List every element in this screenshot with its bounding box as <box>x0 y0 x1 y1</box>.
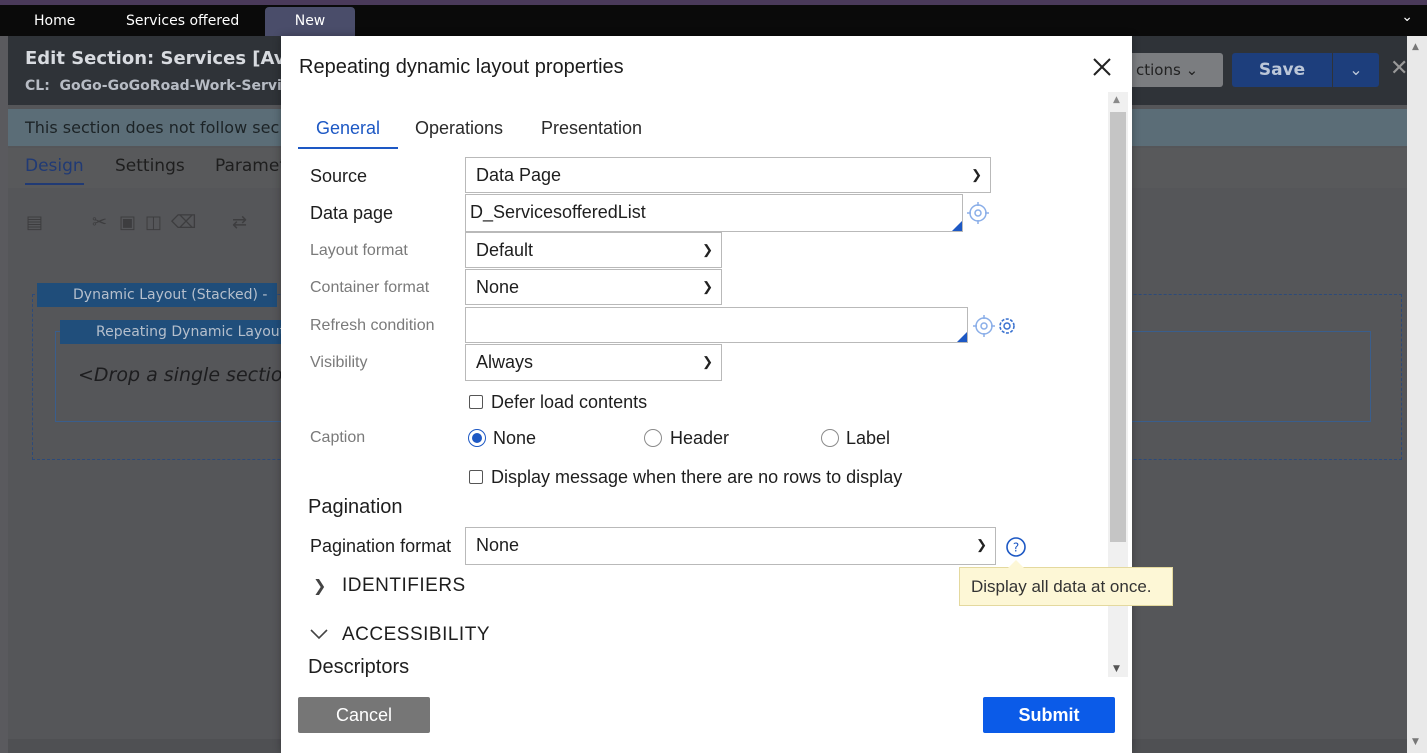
target-icon[interactable] <box>967 202 989 224</box>
close-icon[interactable] <box>1091 56 1113 78</box>
bg-class-line: CL: GoGo-GoGoRoad-Work-Servic <box>25 78 290 94</box>
tab-home[interactable]: Home <box>20 7 89 36</box>
container-format-value: None <box>476 277 520 297</box>
bg-actions-button[interactable]: ctions ⌄ <box>1118 53 1223 87</box>
tab-general[interactable]: General <box>298 118 398 149</box>
visibility-label: Visibility <box>310 354 368 371</box>
chevron-down-icon: ❯ <box>971 167 982 182</box>
delete-icon[interactable]: ⌫ <box>171 212 196 233</box>
scroll-down-icon[interactable]: ▼ <box>1412 737 1419 747</box>
refresh-condition-input[interactable] <box>465 307 968 343</box>
source-value: Data Page <box>476 165 562 185</box>
bg-tab-design[interactable]: Design <box>25 156 84 185</box>
no-rows-message-label: Display message when there are no rows t… <box>491 467 903 487</box>
caption-label: Caption <box>310 429 366 446</box>
bg-save-button[interactable]: Save <box>1232 53 1332 87</box>
data-page-value: D_ServicesofferedList <box>470 202 646 222</box>
caption-label-label: Label <box>846 428 891 448</box>
target-icon[interactable] <box>973 315 995 337</box>
container-format-label: Container format <box>310 279 430 296</box>
cancel-button[interactable]: Cancel <box>298 697 430 733</box>
caption-header-radio[interactable] <box>644 429 662 447</box>
chevron-right-icon[interactable]: ❯ <box>313 576 326 595</box>
pagination-format-value: None <box>476 535 520 555</box>
chevron-down-icon[interactable]: ⌄ <box>1401 9 1413 25</box>
move-icon[interactable]: ⇄ <box>232 212 247 233</box>
bg-class-label: CL: <box>25 78 50 94</box>
autocomplete-corner <box>952 221 962 231</box>
data-page-label: Data page <box>310 203 394 223</box>
layout-icon[interactable]: ▤ <box>26 212 43 233</box>
source-select[interactable]: Data Page ❯ <box>465 157 991 193</box>
no-rows-message-checkbox[interactable] <box>469 470 483 484</box>
chevron-down-icon: ❯ <box>702 354 713 369</box>
bg-repeating-layout-header[interactable]: Repeating Dynamic Layout <box>60 320 290 344</box>
container-format-select[interactable]: None ❯ <box>465 269 722 305</box>
pagination-format-select[interactable]: None ❯ <box>465 527 996 565</box>
scroll-thumb[interactable] <box>1110 112 1126 542</box>
bg-dynamic-layout-header[interactable]: Dynamic Layout (Stacked) - <box>37 283 277 307</box>
pagination-tooltip: Display all data at once. <box>959 560 1173 606</box>
add-icon[interactable]: ▣ <box>119 212 136 233</box>
properties-modal: Repeating dynamic layout properties ▲ ▼ … <box>281 36 1173 753</box>
scroll-down-icon[interactable]: ▼ <box>1113 664 1120 674</box>
caption-none-radio[interactable] <box>468 429 486 447</box>
defer-load-label: Defer load contents <box>491 392 648 412</box>
bg-tab-parameters[interactable]: Paramet <box>215 156 286 176</box>
tab-presentation[interactable]: Presentation <box>541 118 642 139</box>
caption-label-radio[interactable] <box>821 429 839 447</box>
pagination-heading: Pagination <box>308 496 403 518</box>
bg-save-dropdown-icon[interactable]: ⌄ <box>1333 53 1379 87</box>
bg-class-value: GoGo-GoGoRoad-Work-Servic <box>59 78 291 94</box>
accessibility-header[interactable]: ACCESSIBILITY <box>342 624 490 646</box>
identifiers-header[interactable]: IDENTIFIERS <box>342 575 466 597</box>
chevron-down-icon: ❯ <box>702 279 713 294</box>
gear-icon[interactable] <box>996 315 1018 337</box>
visibility-value: Always <box>476 352 534 372</box>
defer-load-checkbox[interactable] <box>469 395 483 409</box>
caption-header-label: Header <box>670 428 730 448</box>
tab-services-offered[interactable]: Services offered <box>112 7 253 36</box>
descriptors-heading: Descriptors <box>308 656 410 678</box>
scroll-up-icon[interactable]: ▲ <box>1412 42 1419 52</box>
data-page-input[interactable]: D_ServicesofferedList <box>465 194 963 232</box>
help-icon[interactable]: ? <box>1005 536 1027 558</box>
layout-format-select[interactable]: Default ❯ <box>465 232 722 268</box>
modal-title: Repeating dynamic layout properties <box>299 56 624 78</box>
bg-section-title: Edit Section: Services [Availa <box>25 48 323 69</box>
cut-icon[interactable]: ✂ <box>92 212 107 233</box>
layout-format-value: Default <box>476 240 534 260</box>
autocomplete-corner <box>957 332 967 342</box>
svg-text:?: ? <box>1013 541 1019 555</box>
bg-actions-label: ctions <box>1136 61 1181 79</box>
paste-icon[interactable]: ◫ <box>145 212 162 233</box>
refresh-condition-label: Refresh condition <box>310 317 435 334</box>
pagination-format-label: Pagination format <box>310 536 452 556</box>
visibility-select[interactable]: Always ❯ <box>465 344 722 381</box>
scroll-up-icon[interactable]: ▲ <box>1113 95 1120 105</box>
chevron-down-icon: ❯ <box>976 537 987 552</box>
caption-none-label: None <box>493 428 537 448</box>
layout-format-label: Layout format <box>310 242 408 259</box>
tab-new[interactable]: New <box>265 7 355 38</box>
top-tab-bar: Home Services offered New ⌄ <box>0 0 1427 38</box>
page-scrollbar[interactable]: ▲ ▼ <box>1407 36 1427 753</box>
tab-operations[interactable]: Operations <box>415 118 503 139</box>
bg-drop-zone[interactable]: <Drop a single section <box>78 364 295 386</box>
chevron-down-icon: ❯ <box>702 242 713 257</box>
bg-tab-settings[interactable]: Settings <box>115 156 185 176</box>
chevron-down-icon[interactable] <box>309 627 329 641</box>
bg-close-icon[interactable]: ✕ <box>1390 56 1408 81</box>
source-label: Source <box>310 166 368 186</box>
submit-button[interactable]: Submit <box>983 697 1115 733</box>
